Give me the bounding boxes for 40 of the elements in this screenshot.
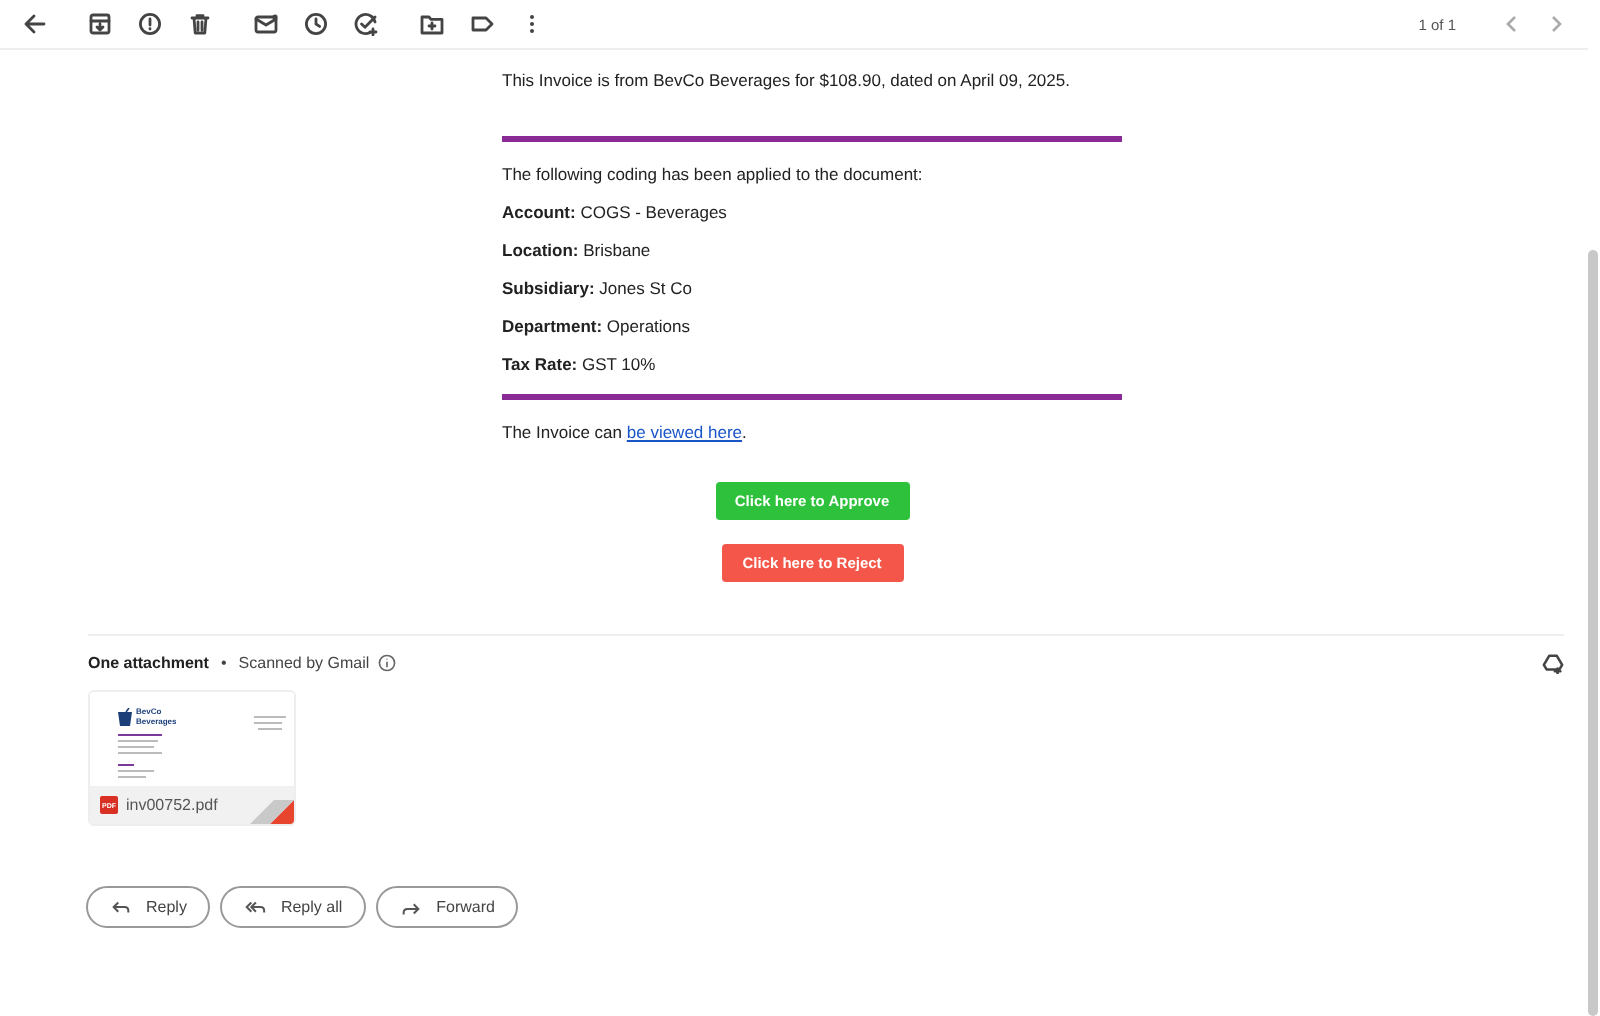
scan-note: Scanned by Gmail (238, 654, 370, 672)
archive-icon (88, 12, 112, 36)
reply-arrow-icon (110, 897, 132, 917)
reply-button[interactable]: Reply (86, 886, 211, 928)
label-button[interactable] (470, 12, 496, 36)
folder-button[interactable] (420, 12, 446, 36)
envelope-button[interactable] (254, 12, 280, 36)
report-spam-button[interactable] (138, 12, 164, 36)
coding-field: Department: Operations (502, 318, 1122, 336)
view-invoice-text: The Invoice can be viewed here. (502, 422, 749, 442)
reply-all-button[interactable]: Reply all (220, 886, 367, 928)
delete-icon (188, 12, 212, 36)
coding-field: Account: COGS - Beverages (502, 204, 1122, 222)
check-circle-button[interactable] (354, 12, 380, 36)
cup-logo-icon (118, 708, 132, 726)
page-corner-icon (250, 800, 294, 824)
clock-icon (304, 12, 328, 36)
file-name: inv00752.pdf (126, 796, 218, 814)
back-arrow-icon (22, 12, 46, 36)
check-circle-icon (354, 12, 378, 36)
envelope-icon (254, 12, 278, 36)
folder-icon (420, 12, 444, 36)
coding-heading: The following coding has been applied to the document: (502, 164, 925, 184)
report-spam-icon (138, 12, 162, 36)
coding-field: Location: Brisbane (502, 242, 1122, 260)
clock-button[interactable] (304, 12, 330, 36)
scrollbar[interactable] (1588, 250, 1598, 1016)
forward-button[interactable]: Forward (376, 886, 519, 928)
attachments-title: One attachment (88, 654, 209, 672)
back-arrow-button[interactable] (22, 12, 48, 36)
archive-button[interactable] (88, 12, 114, 36)
reply-all-arrow-icon (244, 897, 267, 917)
label-icon (470, 12, 494, 36)
coding-field: Subsidiary: Jones St Co (502, 280, 1122, 298)
invoice-summary: This Invoice is from BevCo Beverages for $108.90, dated on April 09, 2025. (502, 70, 1072, 90)
separator-dot: • (220, 654, 227, 672)
delete-button[interactable] (188, 12, 214, 36)
info-icon[interactable] (377, 654, 396, 672)
view-invoice-link[interactable]: be viewed here (626, 422, 743, 442)
coding-field: Tax Rate: GST 10% (502, 356, 1122, 374)
